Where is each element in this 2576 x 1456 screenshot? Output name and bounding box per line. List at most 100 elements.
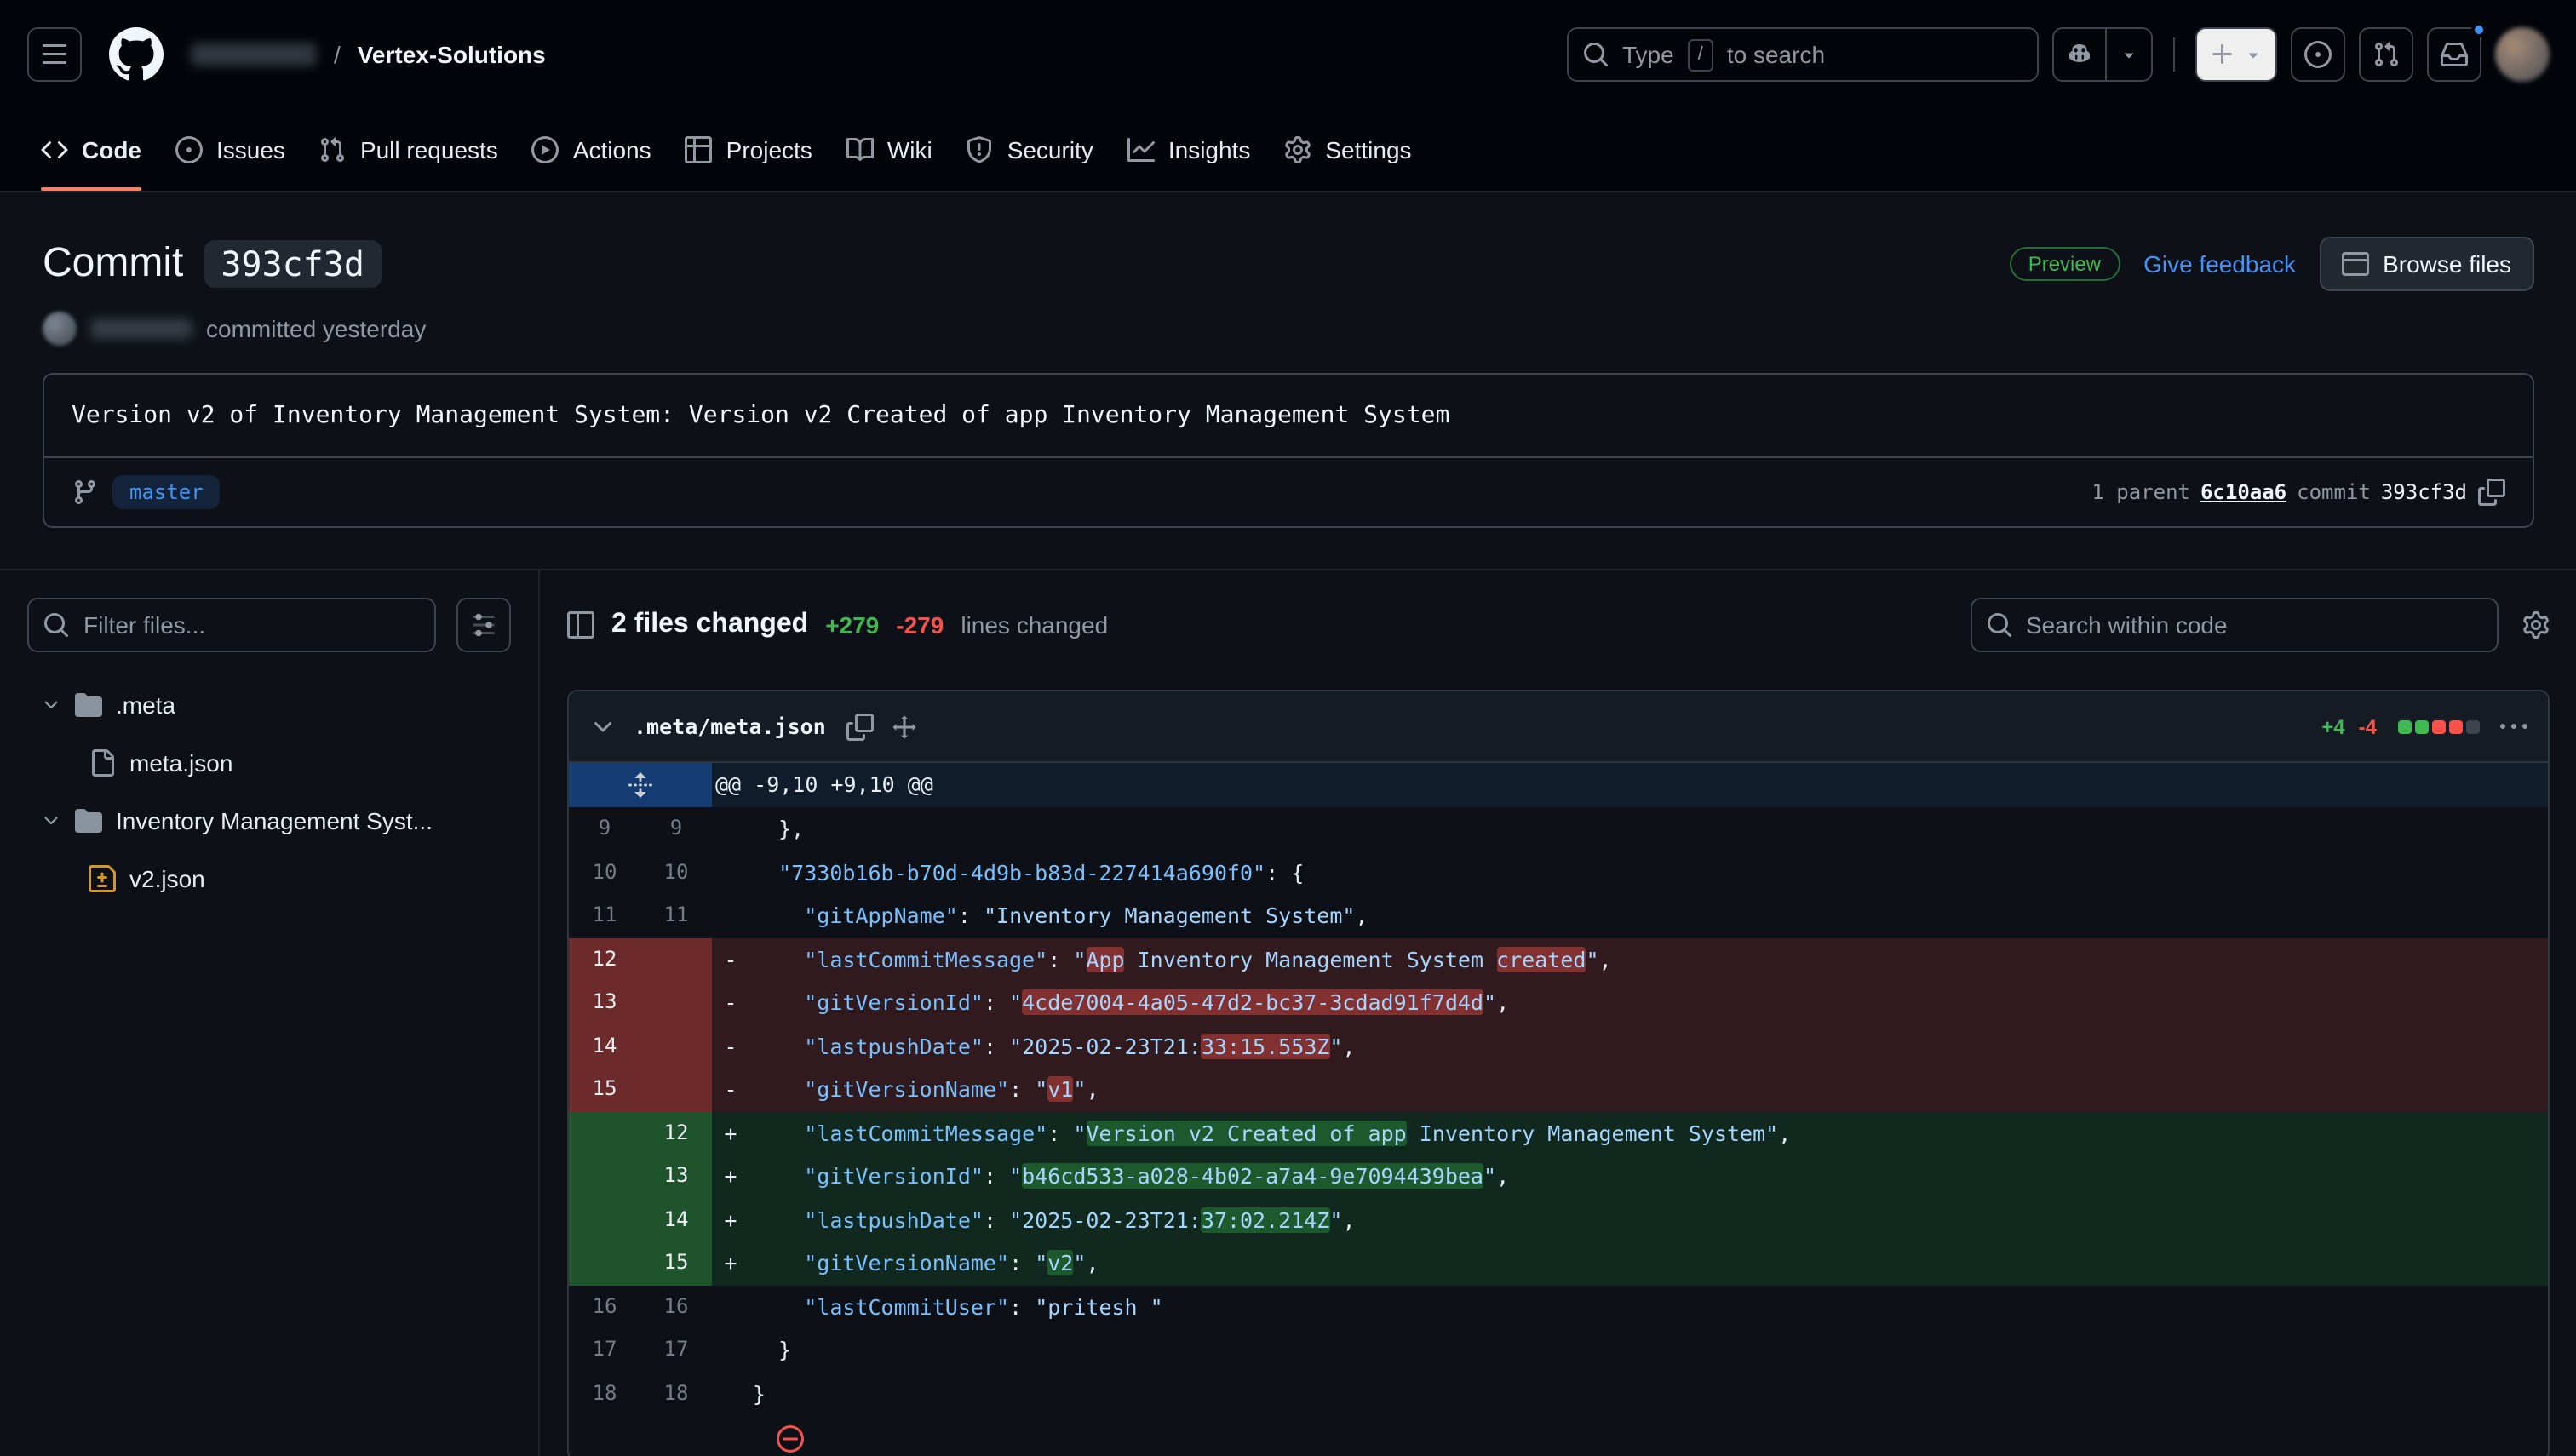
copilot-button[interactable]	[2053, 29, 2104, 80]
diff-line-context: 1010 "7330b16b-b70d-4d9b-b83d-227414a690…	[569, 851, 2547, 894]
copy-sha-button[interactable]	[2477, 479, 2504, 506]
tab-code[interactable]: Code	[27, 109, 155, 191]
diffstat-block-add	[2414, 719, 2428, 733]
old-line-number[interactable]: 11	[569, 894, 640, 937]
tree-file-v2-json[interactable]: v2.json	[27, 850, 511, 908]
diff-settings-button[interactable]	[2521, 611, 2549, 639]
diff-marker: +	[712, 1198, 749, 1241]
commit-word-label: commit	[2297, 480, 2371, 504]
tree-folder-meta[interactable]: .meta	[27, 676, 511, 734]
commit-sha-badge: 393cf3d	[204, 240, 382, 288]
notifications-inbox-button[interactable]	[2426, 27, 2481, 82]
sidebar-panel-icon	[567, 611, 594, 639]
tab-security[interactable]: Security	[953, 109, 1107, 191]
tab-label: Actions	[573, 136, 651, 163]
diff-marker	[712, 1328, 749, 1372]
filter-files-input[interactable]	[27, 598, 436, 652]
new-line-number[interactable]	[640, 981, 712, 1024]
global-header: / Vertex-Solutions Type / to search	[0, 0, 2576, 109]
old-line-number[interactable]: 16	[569, 1285, 640, 1328]
tab-actions[interactable]: Actions	[519, 109, 665, 191]
diff-marker: +	[712, 1155, 749, 1198]
new-line-number[interactable]: 10	[640, 851, 712, 894]
create-new-button[interactable]	[2194, 27, 2276, 82]
new-line-number[interactable]: 12	[640, 1111, 712, 1155]
new-line-number[interactable]: 11	[640, 894, 712, 937]
repo-nav-tabs: Code Issues Pull requests Actions Projec…	[0, 109, 2576, 192]
old-line-number[interactable]: 9	[569, 807, 640, 851]
file-filter-options-button[interactable]	[456, 598, 511, 652]
tab-settings[interactable]: Settings	[1271, 109, 1425, 191]
new-line-number[interactable]	[640, 1024, 712, 1068]
tree-folder-inventory-management-system[interactable]: Inventory Management Syst...	[27, 792, 511, 850]
branch-name-pill[interactable]: master	[112, 475, 221, 509]
old-line-number[interactable]	[569, 1155, 640, 1198]
old-line-number[interactable]: 15	[569, 1068, 640, 1111]
old-line-number[interactable]	[569, 1198, 640, 1241]
new-line-number[interactable]: 15	[640, 1241, 712, 1285]
diff-marker	[712, 894, 749, 937]
github-logo-icon[interactable]	[109, 27, 164, 82]
parent-sha-link[interactable]: 6c10aa6	[2200, 480, 2286, 504]
old-line-number[interactable]: 13	[569, 981, 640, 1024]
committer-name-redacted[interactable]	[90, 318, 192, 339]
old-line-number[interactable]: 18	[569, 1372, 640, 1415]
owner-name-redacted[interactable]	[191, 43, 317, 66]
old-line-number[interactable]: 12	[569, 937, 640, 981]
code-icon	[41, 136, 68, 163]
book-icon	[846, 136, 874, 163]
tab-insights[interactable]: Insights	[1114, 109, 1265, 191]
tab-projects[interactable]: Projects	[672, 109, 826, 191]
global-search-input[interactable]: Type / to search	[1566, 27, 2038, 82]
tree-file-meta-json[interactable]: meta.json	[27, 734, 511, 792]
old-line-number[interactable]: 10	[569, 851, 640, 894]
tab-wiki[interactable]: Wiki	[833, 109, 946, 191]
issues-header-button[interactable]	[2290, 27, 2344, 82]
collapse-file-button[interactable]	[589, 713, 617, 740]
new-line-number[interactable]: 17	[640, 1328, 712, 1372]
plus-icon	[2208, 41, 2235, 68]
tab-pull-requests[interactable]: Pull requests	[306, 109, 512, 191]
diff-marker: -	[712, 981, 749, 1024]
breadcrumb: / Vertex-Solutions	[191, 41, 546, 68]
new-line-number[interactable]: 16	[640, 1285, 712, 1328]
search-placeholder-suffix: to search	[1727, 41, 1825, 68]
commit-header: Commit 393cf3d Preview Give feedback Bro…	[0, 192, 2576, 569]
move-anchor-button[interactable]	[891, 713, 918, 740]
tab-issues[interactable]: Issues	[162, 109, 299, 191]
new-line-number[interactable]: 18	[640, 1372, 712, 1415]
repo-name-link[interactable]: Vertex-Solutions	[358, 41, 546, 68]
expand-hunk-button[interactable]	[569, 763, 712, 807]
new-line-number[interactable]: 14	[640, 1198, 712, 1241]
new-line-number[interactable]: 9	[640, 807, 712, 851]
pull-requests-header-button[interactable]	[2358, 27, 2412, 82]
diff-line-add: 14+ "lastpushDate": "2025-02-23T21:37:02…	[569, 1198, 2547, 1241]
user-avatar[interactable]	[2494, 27, 2549, 82]
chevron-down-icon	[41, 695, 61, 715]
browse-files-button[interactable]: Browse files	[2320, 237, 2533, 291]
toggle-file-tree-button[interactable]	[567, 611, 594, 639]
old-line-number[interactable]	[569, 1241, 640, 1285]
new-line-number[interactable]	[640, 1068, 712, 1111]
hamburger-menu-button[interactable]	[27, 27, 82, 82]
diffstat-block-del	[2448, 719, 2462, 733]
old-line-number[interactable]: 14	[569, 1024, 640, 1068]
tree-item-label: meta.json	[129, 749, 232, 777]
browse-files-label: Browse files	[2383, 250, 2511, 278]
copilot-dropdown-button[interactable]	[2104, 29, 2150, 80]
search-within-code-input[interactable]	[1970, 598, 2498, 652]
parent-count-label: 1 parent	[2091, 480, 2190, 504]
diff-toolbar: 2 files changed +279 -279 lines changed	[567, 598, 2549, 652]
committer-avatar[interactable]	[43, 312, 77, 346]
new-line-number[interactable]: 13	[640, 1155, 712, 1198]
file-options-kebab-button[interactable]	[2499, 713, 2527, 740]
new-line-number[interactable]	[640, 937, 712, 981]
diff-marker	[712, 807, 749, 851]
gear-icon	[1284, 136, 1311, 163]
copy-path-button[interactable]	[846, 713, 874, 740]
code-line: "lastCommitMessage": "App Inventory Mana…	[749, 937, 2547, 981]
old-line-number[interactable]: 17	[569, 1328, 640, 1372]
give-feedback-link[interactable]: Give feedback	[2143, 250, 2296, 278]
diff-line-add: 15+ "gitVersionName": "v2",	[569, 1241, 2547, 1285]
old-line-number[interactable]	[569, 1111, 640, 1155]
